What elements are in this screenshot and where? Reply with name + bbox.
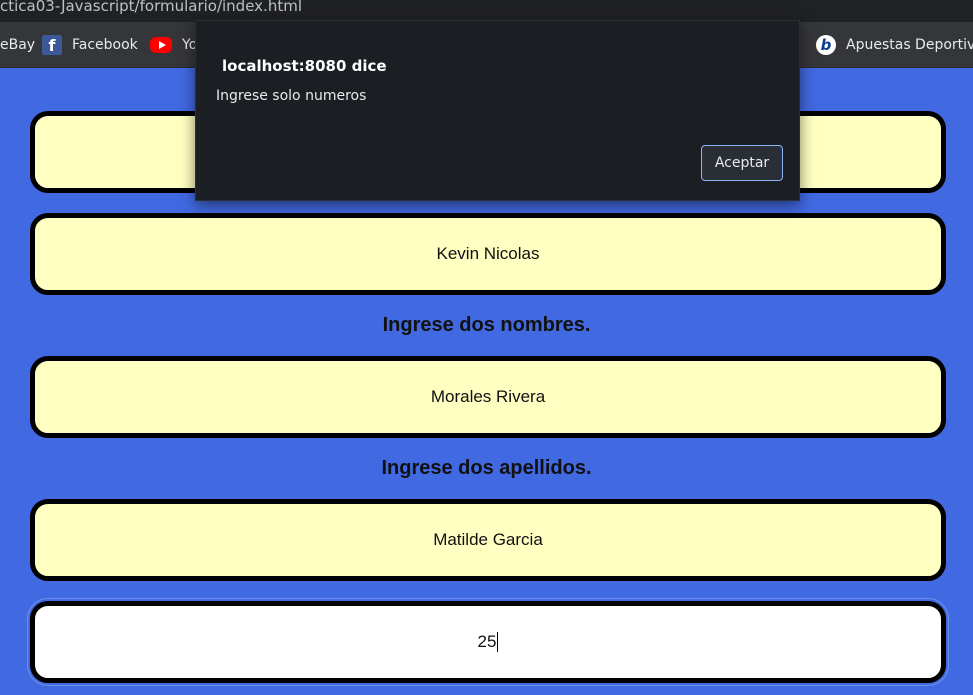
label-nombres: Ingrese dos nombres. — [382, 314, 591, 336]
facebook-icon: f — [42, 35, 62, 55]
alert-dialog: localhost:8080 dice Ingrese solo numeros… — [195, 20, 800, 201]
bookmark-label: Facebook — [72, 37, 138, 53]
text-caret — [497, 632, 499, 652]
form-input-4[interactable]: Matilde Garcia — [30, 499, 946, 581]
youtube-icon — [150, 37, 172, 53]
bookmark-label: Apuestas Deportiva — [846, 37, 973, 53]
input-value: Matilde Garcia — [433, 530, 543, 549]
form-input-edad[interactable]: 25 — [27, 598, 949, 686]
input-value: Kevin Nicolas — [436, 244, 540, 263]
accept-button[interactable]: Aceptar — [701, 145, 783, 181]
betting-site-icon: b — [816, 35, 836, 55]
bookmark-label: eBay — [0, 37, 36, 53]
address-bar[interactable]: ctica03-Javascript/formulario/index.html — [0, 0, 973, 22]
form-input-apellidos[interactable]: Morales Rivera — [30, 356, 946, 438]
dialog-title: localhost:8080 dice — [222, 57, 387, 75]
bookmark-ebay[interactable]: eBay — [0, 34, 35, 56]
bookmark-apuestas[interactable]: b Apuestas Deportiva — [816, 34, 973, 56]
label-apellidos: Ingrese dos apellidos. — [381, 457, 592, 479]
input-value: 25 — [477, 632, 497, 651]
form-input-nombres[interactable]: Kevin Nicolas — [30, 213, 946, 295]
dialog-message: Ingrese solo numeros — [216, 88, 367, 104]
bookmark-youtube[interactable]: Yo — [150, 34, 197, 56]
url-text: ctica03-Javascript/formulario/index.html — [0, 0, 302, 15]
input-value: Morales Rivera — [430, 387, 546, 406]
bookmark-facebook[interactable]: f Facebook — [42, 34, 138, 56]
